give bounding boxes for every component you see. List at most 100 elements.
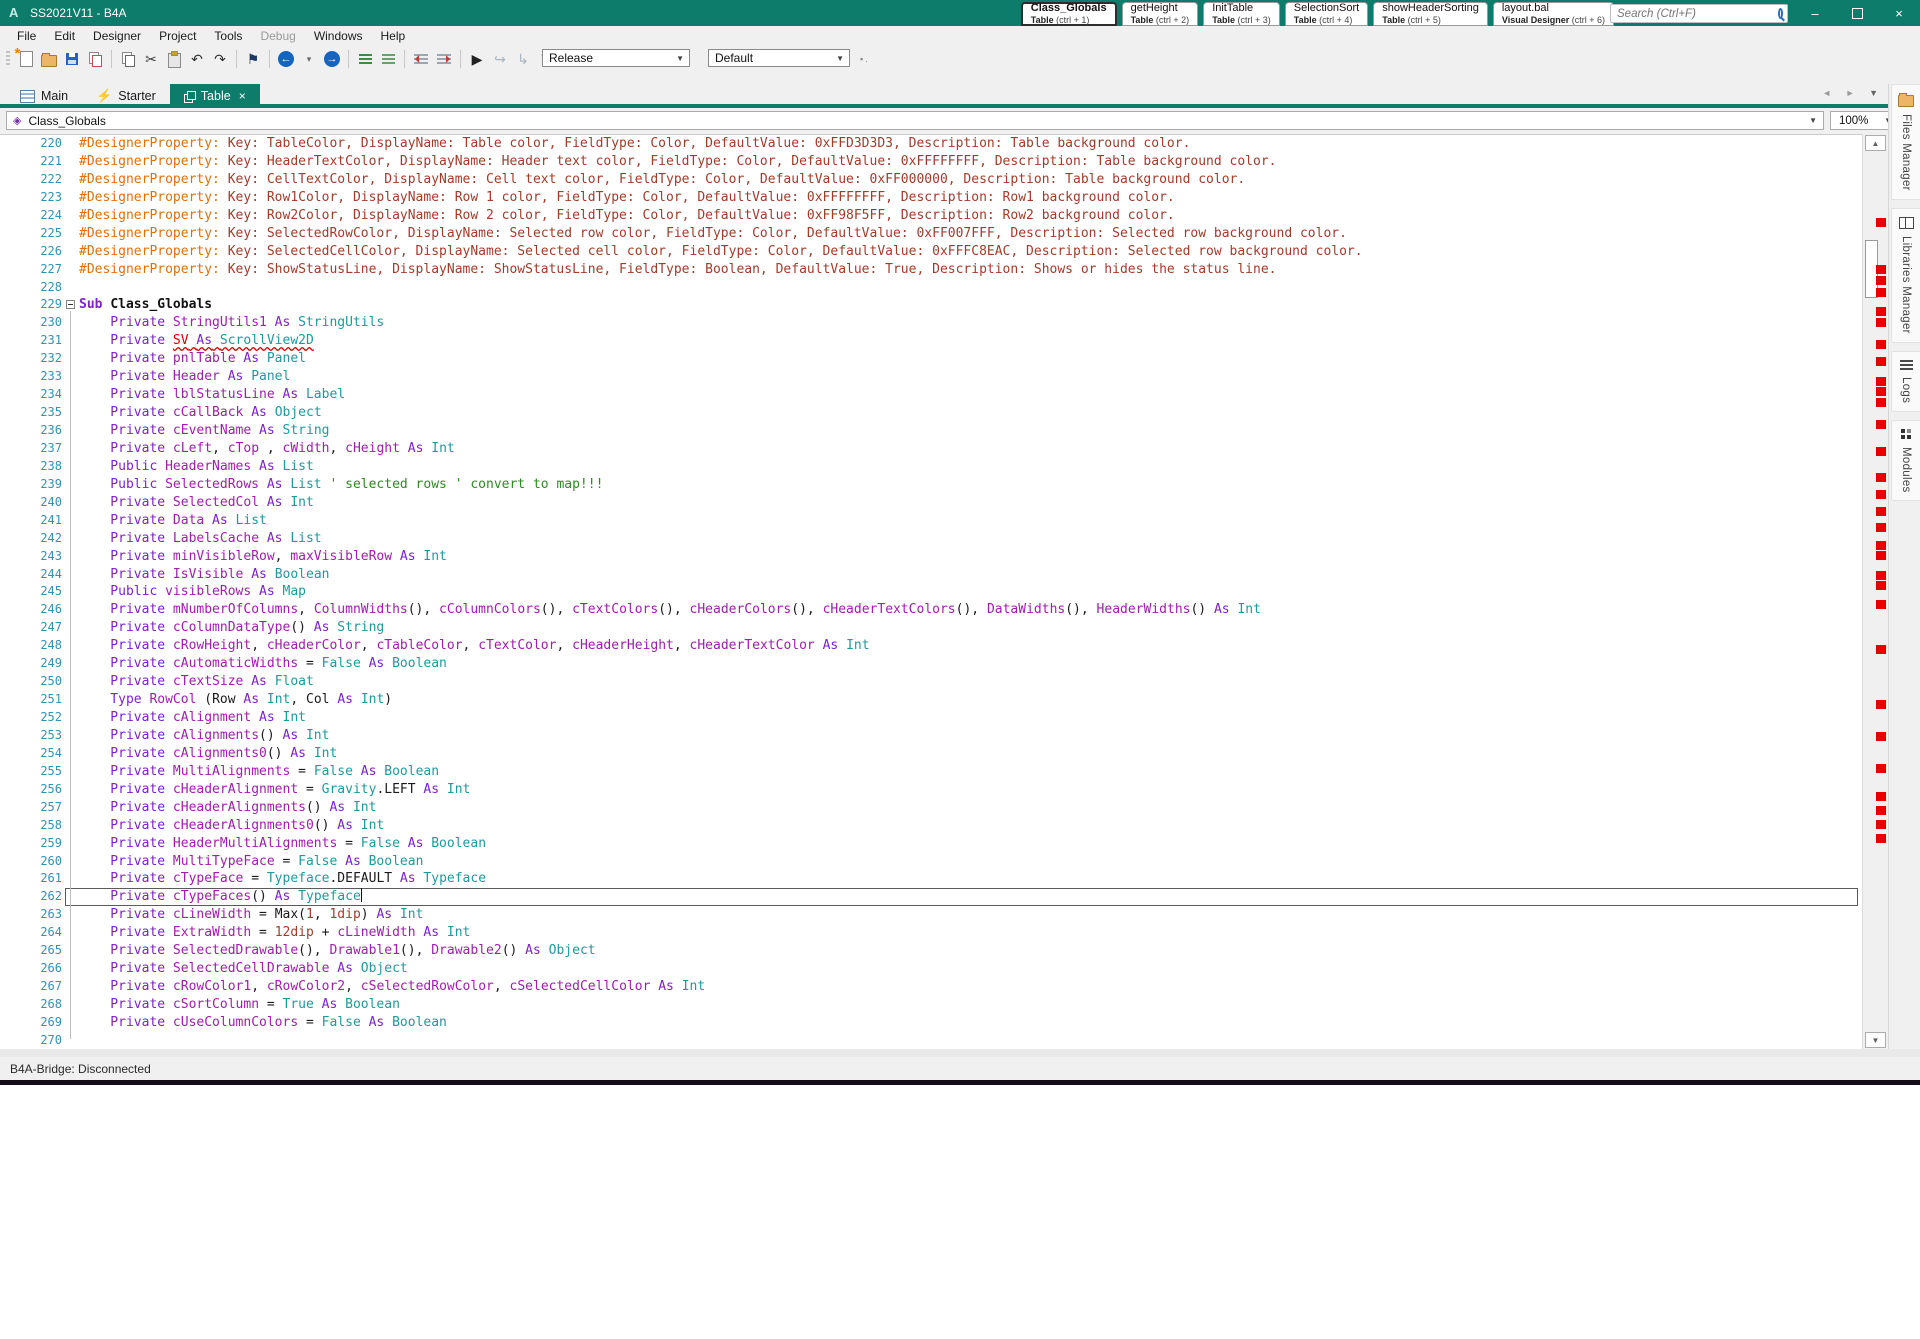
minimize-button[interactable]: –: [1794, 0, 1836, 26]
error-mark[interactable]: [1876, 700, 1886, 709]
error-mark[interactable]: [1876, 571, 1886, 580]
code-line[interactable]: 270: [0, 1032, 1862, 1050]
navigate-back-icon[interactable]: [276, 49, 296, 69]
menu-item-project[interactable]: Project: [150, 29, 205, 43]
error-mark[interactable]: [1876, 551, 1886, 560]
undo-icon[interactable]: ↶: [187, 49, 207, 69]
quick-tab-class-globals[interactable]: Class_GlobalsTable (ctrl + 1): [1021, 2, 1117, 26]
code-line[interactable]: 237 Private cLeft, cTop , cWidth, cHeigh…: [0, 440, 1862, 458]
indent-icon[interactable]: [434, 49, 454, 69]
code-line[interactable]: 233 Private Header As Panel: [0, 368, 1862, 386]
error-mark[interactable]: [1876, 377, 1886, 386]
code-line[interactable]: 265 Private SelectedDrawable(), Drawable…: [0, 942, 1862, 960]
build-configuration-select[interactable]: Release ▼: [542, 49, 690, 67]
error-mark[interactable]: [1876, 490, 1886, 499]
quick-tab-inittable[interactable]: InitTableTable (ctrl + 3): [1203, 2, 1280, 26]
close-tab-icon[interactable]: ×: [239, 89, 246, 103]
code-line[interactable]: 243 Private minVisibleRow, maxVisibleRow…: [0, 548, 1862, 566]
code-line[interactable]: 268 Private cSortColumn = True As Boolea…: [0, 996, 1862, 1014]
menu-item-edit[interactable]: Edit: [45, 29, 84, 43]
scroll-down-arrow-icon[interactable]: ▼: [1865, 1032, 1886, 1048]
code-line[interactable]: 235 Private cCallBack As Object: [0, 404, 1862, 422]
error-mark[interactable]: [1876, 276, 1886, 285]
code-line[interactable]: 259 Private HeaderMultiAlignments = Fals…: [0, 835, 1862, 853]
code-line[interactable]: 223#DesignerProperty: Key: Row1Color, Di…: [0, 189, 1862, 207]
close-button[interactable]: ×: [1878, 0, 1920, 26]
cut-icon[interactable]: ✂: [141, 49, 161, 69]
error-mark[interactable]: [1876, 420, 1886, 429]
code-line[interactable]: 230 Private StringUtils1 As StringUtils: [0, 314, 1862, 332]
back-history-dropdown-icon[interactable]: ▾: [299, 49, 319, 69]
code-editor[interactable]: 220#DesignerProperty: Key: TableColor, D…: [0, 134, 1862, 1050]
error-mark[interactable]: [1876, 318, 1886, 327]
code-line[interactable]: 257 Private cHeaderAlignments() As Int: [0, 799, 1862, 817]
search-input[interactable]: [1615, 7, 1775, 21]
quick-tab-selectionsort[interactable]: SelectionSortTable (ctrl + 4): [1285, 2, 1368, 26]
sidebar-tab-logs[interactable]: Logs: [1891, 351, 1920, 412]
menu-item-designer[interactable]: Designer: [84, 29, 150, 43]
error-mark[interactable]: [1876, 357, 1886, 366]
code-line[interactable]: 250 Private cTextSize As Float: [0, 673, 1862, 691]
paste-icon[interactable]: [164, 49, 184, 69]
code-line[interactable]: 238 Public HeaderNames As List: [0, 458, 1862, 476]
code-line[interactable]: 263 Private cLineWidth = Max(1, 1dip) As…: [0, 906, 1862, 924]
error-mark[interactable]: [1876, 523, 1886, 532]
code-line[interactable]: 225#DesignerProperty: Key: SelectedRowCo…: [0, 225, 1862, 243]
navigate-forward-icon[interactable]: [322, 49, 342, 69]
code-line[interactable]: 220#DesignerProperty: Key: TableColor, D…: [0, 135, 1862, 153]
new-file-icon[interactable]: [16, 49, 36, 69]
scroll-up-arrow-icon[interactable]: ▲: [1865, 135, 1886, 151]
save-all-icon[interactable]: [85, 49, 105, 69]
outdent-icon[interactable]: [411, 49, 431, 69]
copy-icon[interactable]: [118, 49, 138, 69]
error-mark[interactable]: [1876, 473, 1886, 482]
code-line[interactable]: 241 Private Data As List: [0, 512, 1862, 530]
quick-tab-layout-bal[interactable]: layout.balVisual Designer (ctrl + 6): [1493, 2, 1614, 26]
error-mark[interactable]: [1876, 218, 1886, 227]
error-mark[interactable]: [1876, 820, 1886, 829]
toolbar-overflow-icon[interactable]: ▪.: [860, 54, 870, 64]
menu-item-tools[interactable]: Tools: [205, 29, 251, 43]
code-line[interactable]: 232 Private pnlTable As Panel: [0, 350, 1862, 368]
error-mark[interactable]: [1876, 764, 1886, 773]
error-mark[interactable]: [1876, 581, 1886, 590]
code-line[interactable]: 247 Private cColumnDataType() As String: [0, 619, 1862, 637]
code-line[interactable]: 221#DesignerProperty: Key: HeaderTextCol…: [0, 153, 1862, 171]
sub-navigator-select[interactable]: ◈ Class_Globals ▼: [6, 111, 1824, 130]
error-mark[interactable]: [1876, 507, 1886, 516]
menu-item-windows[interactable]: Windows: [305, 29, 372, 43]
run-configuration-select[interactable]: Default ▼: [708, 49, 850, 67]
code-line[interactable]: 231 Private SV As ScrollView2D: [0, 332, 1862, 350]
error-mark[interactable]: [1876, 307, 1886, 316]
code-line[interactable]: 242 Private LabelsCache As List: [0, 530, 1862, 548]
code-line[interactable]: 240 Private SelectedCol As Int: [0, 494, 1862, 512]
uncomment-icon[interactable]: [378, 49, 398, 69]
code-line[interactable]: 228: [0, 279, 1862, 297]
code-line[interactable]: 236 Private cEventName As String: [0, 422, 1862, 440]
redo-icon[interactable]: ↷: [210, 49, 230, 69]
sidebar-tab-libraries-manager[interactable]: Libraries Manager: [1891, 208, 1920, 343]
error-mark[interactable]: [1876, 447, 1886, 456]
code-line[interactable]: 251 Type RowCol (Row As Int, Col As Int): [0, 691, 1862, 709]
code-line[interactable]: 260 Private MultiTypeFace = False As Boo…: [0, 853, 1862, 871]
tab-scroll-arrows[interactable]: ◄ ► ▼: [1822, 88, 1884, 98]
error-mark[interactable]: [1876, 265, 1886, 274]
error-mark[interactable]: [1876, 398, 1886, 407]
error-mark[interactable]: [1876, 792, 1886, 801]
run-icon[interactable]: ▶: [467, 49, 487, 69]
code-line[interactable]: 226#DesignerProperty: Key: SelectedCellC…: [0, 243, 1862, 261]
code-line[interactable]: 245 Public visibleRows As Map: [0, 583, 1862, 601]
code-line[interactable]: 264 Private ExtraWidth = 12dip + cLineWi…: [0, 924, 1862, 942]
sidebar-tab-files-manager[interactable]: Files Manager: [1891, 84, 1920, 200]
code-line[interactable]: 266 Private SelectedCellDrawable As Obje…: [0, 960, 1862, 978]
code-line[interactable]: 246 Private mNumberOfColumns, ColumnWidt…: [0, 601, 1862, 619]
error-mark[interactable]: [1876, 732, 1886, 741]
code-line[interactable]: 248 Private cRowHeight, cHeaderColor, cT…: [0, 637, 1862, 655]
maximize-button[interactable]: [1836, 0, 1878, 26]
quick-tab-showheadersorting[interactable]: showHeaderSortingTable (ctrl + 5): [1373, 2, 1488, 26]
vertical-scrollbar[interactable]: ▲ ▼: [1862, 134, 1888, 1049]
code-line[interactable]: 269 Private cUseColumnColors = False As …: [0, 1014, 1862, 1032]
code-line[interactable]: 258 Private cHeaderAlignments0() As Int: [0, 817, 1862, 835]
open-project-icon[interactable]: [39, 49, 59, 69]
code-line[interactable]: 262 Private cTypeFaces() As Typeface: [0, 888, 1862, 906]
